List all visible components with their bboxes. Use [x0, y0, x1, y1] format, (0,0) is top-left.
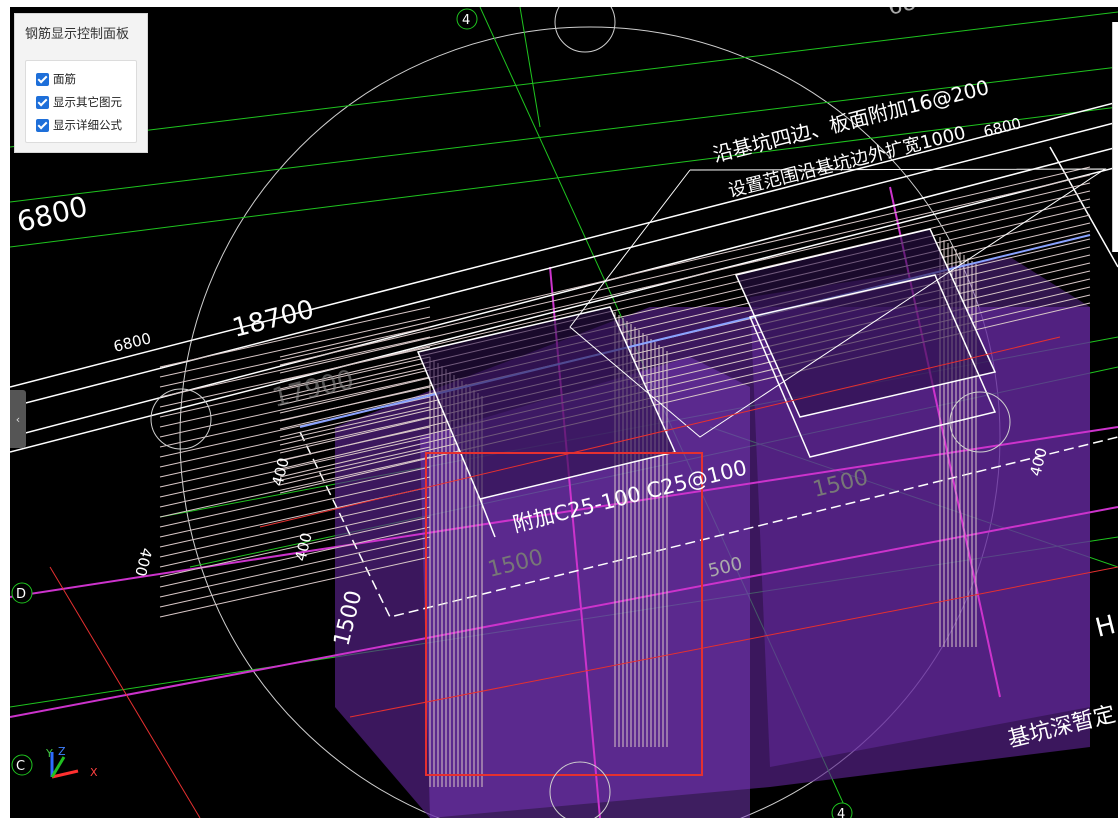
right-side-panel — [1112, 22, 1118, 252]
option-show-detailed-formula[interactable]: 显示详细公式 — [36, 116, 122, 134]
cad-3d-viewport[interactable]: 4 4 D C 6800 18700 6800 6800 17900 400 4… — [10, 7, 1118, 818]
axis-z-label: Z — [58, 745, 66, 758]
dim-6800-right: 6800 — [982, 114, 1023, 141]
dim-18700: 18700 — [229, 295, 317, 344]
left-strip — [0, 0, 10, 818]
option-top-rebar-label: 面筋 — [53, 72, 76, 86]
grid-label-4-top: 4 — [462, 13, 470, 28]
axis-y-label: Y — [45, 747, 53, 760]
grid-bubble — [150, 388, 212, 450]
collapse-panel-handle[interactable]: ‹ — [10, 390, 26, 448]
dim-400-b: 400 — [131, 546, 155, 578]
option-show-detailed-formula-label: 显示详细公式 — [53, 118, 122, 132]
axis-x-label: X — [90, 766, 98, 779]
panel-options: 面筋 显示其它图元 显示详细公式 — [25, 60, 137, 143]
checkbox-show-detailed-formula[interactable] — [36, 118, 49, 132]
option-show-other-elements[interactable]: 显示其它图元 — [36, 93, 122, 111]
grid-label-4-bottom: 4 — [837, 807, 845, 818]
grid-bubble — [554, 7, 616, 53]
checkbox-show-other-elements[interactable] — [36, 95, 49, 109]
grid-label-C: C — [16, 759, 25, 774]
axis-gizmo: X Y Z — [45, 745, 98, 779]
checkbox-top-rebar[interactable] — [36, 72, 49, 86]
option-show-other-elements-label: 显示其它图元 — [53, 95, 122, 109]
option-top-rebar[interactable]: 面筋 — [36, 70, 76, 88]
rebar-display-control-panel: 钢筋显示控制面板 面筋 显示其它图元 显示详细公式 — [14, 13, 148, 153]
dim-6800-large: 6800 — [14, 190, 91, 239]
top-strip — [0, 0, 1118, 7]
h-letter: H — [1092, 610, 1118, 644]
chevron-left-icon: ‹ — [15, 412, 21, 426]
grid-label-D: D — [16, 587, 26, 602]
panel-title: 钢筋显示控制面板 — [25, 27, 130, 42]
dim-400-c: 400 — [291, 531, 315, 563]
dim-680-top: 680 — [885, 7, 932, 21]
cad-scene[interactable]: 4 4 D C 6800 18700 6800 6800 17900 400 4… — [10, 7, 1118, 818]
